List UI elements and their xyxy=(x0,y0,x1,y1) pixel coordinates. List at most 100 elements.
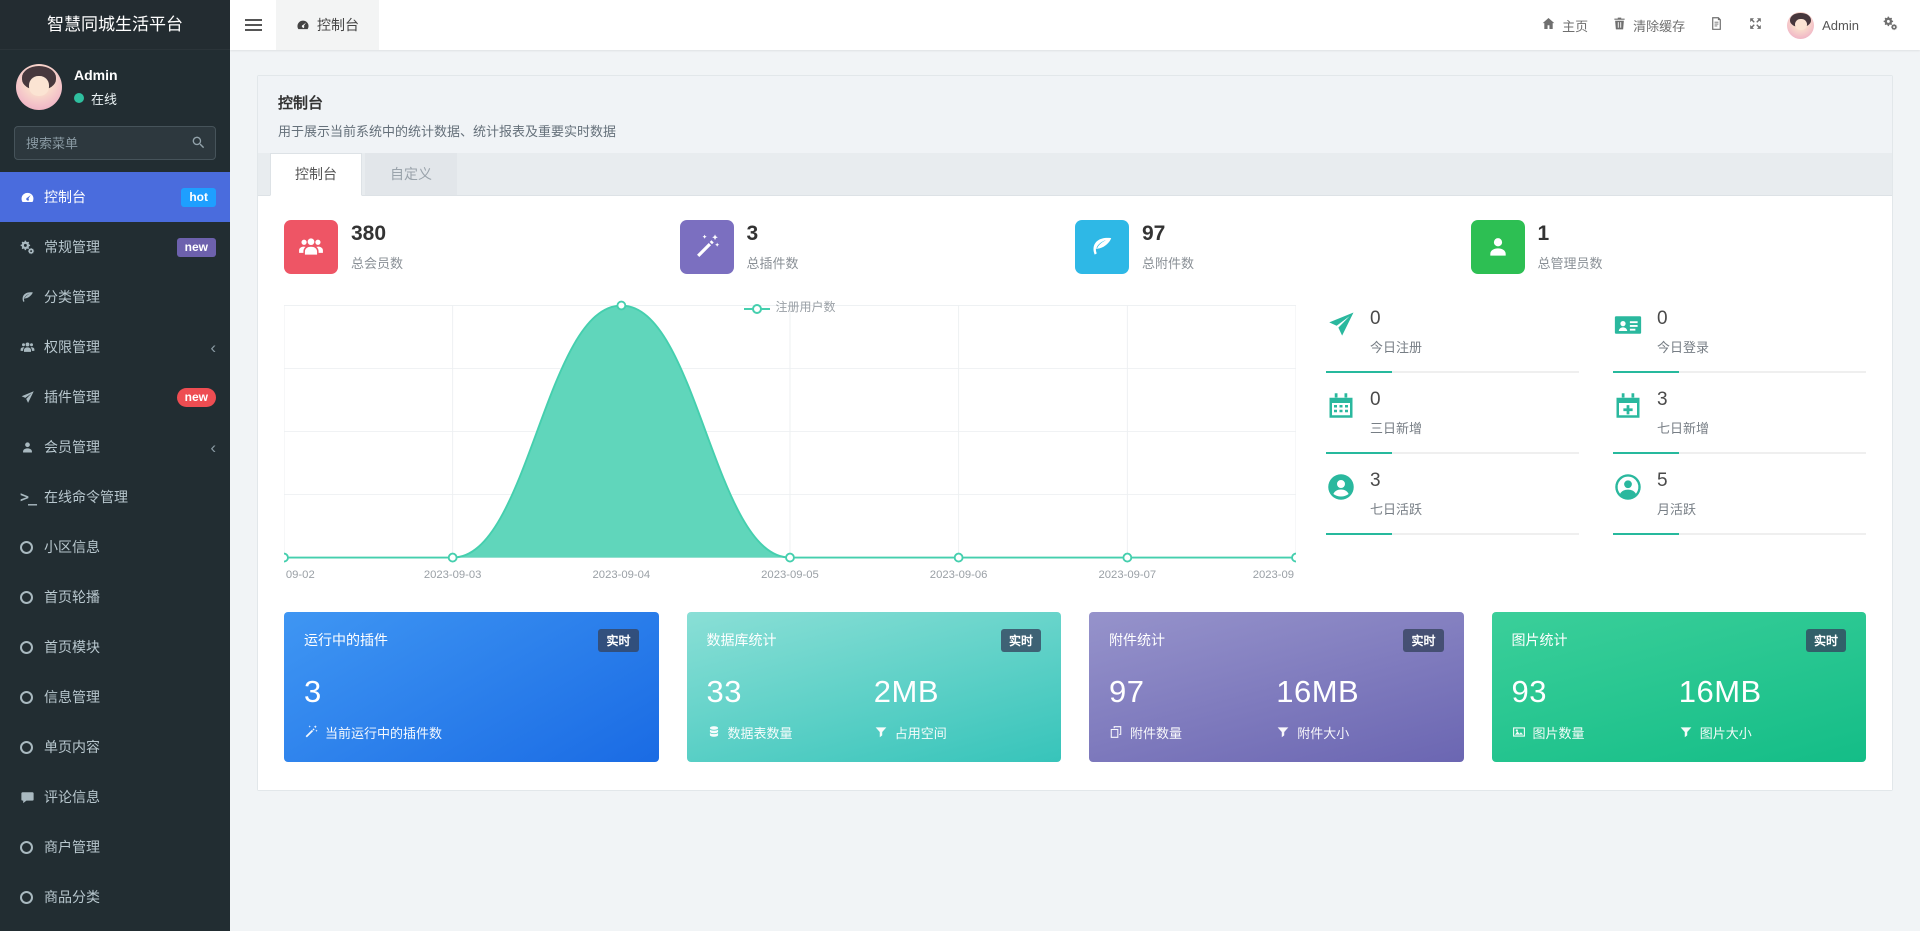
language-button[interactable] xyxy=(1709,16,1724,33)
page-title: 控制台 xyxy=(278,92,1872,113)
sidebar-item-command[interactable]: >_ 在线命令管理 xyxy=(0,472,230,522)
sidebar-item-comments[interactable]: 评论信息 xyxy=(0,772,230,822)
hot-badge: hot xyxy=(181,188,216,207)
card-running-addons: 运行中的插件 实时 3 当前运行中的插件数 xyxy=(284,612,659,762)
sidebar-item-members[interactable]: 会员管理 ‹ xyxy=(0,422,230,472)
sidebar-item-category[interactable]: 分类管理 xyxy=(0,272,230,322)
user-icon xyxy=(1471,220,1525,274)
user-name: Admin xyxy=(74,67,118,83)
registered-users-chart[interactable]: 注册用户数 09-022023-09-032023-09-042023-09-0… xyxy=(284,298,1296,590)
circle-o-icon xyxy=(20,841,44,854)
mini-stat-3day-new: 0三日新增 xyxy=(1326,383,1579,454)
sidebar-item-addon[interactable]: 插件管理 new xyxy=(0,372,230,422)
home-link[interactable]: 主页 xyxy=(1541,16,1588,35)
gears-icon xyxy=(1883,16,1898,33)
dashboard-panel: 控制台 用于展示当前系统中的统计数据、统计报表及重要实时数据 控制台 自定义 3… xyxy=(257,75,1893,791)
mini-stat-today-login: 0今日登录 xyxy=(1613,302,1866,373)
tab-custom[interactable]: 自定义 xyxy=(365,153,457,195)
filter-icon xyxy=(874,724,888,740)
progress-bar xyxy=(1613,452,1866,454)
tachometer-icon xyxy=(296,17,310,33)
search-input[interactable] xyxy=(14,126,216,160)
card-database-stats: 数据库统计 实时 33 数据表数量 2MB 占用空间 xyxy=(687,612,1062,762)
card-attachment-stats: 附件统计 实时 97 附件数量 16MB 附件大小 xyxy=(1089,612,1464,762)
sidebar-item-community[interactable]: 小区信息 xyxy=(0,522,230,572)
terminal-icon: >_ xyxy=(20,488,44,506)
tab-console[interactable]: 控制台 xyxy=(270,153,362,196)
stat-total-attachments: 97总附件数 xyxy=(1075,220,1471,274)
svg-text:2023-09-06: 2023-09-06 xyxy=(930,569,988,581)
panel-header: 控制台 用于展示当前系统中的统计数据、统计报表及重要实时数据 xyxy=(258,76,1892,153)
sidebar: 智慧同城生活平台 Admin 在线 控制台 hot 常规管理 new 分类管理 xyxy=(0,0,230,931)
sidebar-item-info[interactable]: 信息管理 xyxy=(0,672,230,722)
trash-icon xyxy=(1612,16,1627,33)
realtime-badge: 实时 xyxy=(598,629,638,652)
sidebar-item-goods-category[interactable]: 商品分类 xyxy=(0,872,230,922)
main-content: 控制台 用于展示当前系统中的统计数据、统计报表及重要实时数据 控制台 自定义 3… xyxy=(230,0,1920,791)
sidebar-item-dashboard[interactable]: 控制台 hot xyxy=(0,172,230,222)
circle-o-icon xyxy=(20,541,44,554)
circle-o-icon xyxy=(20,641,44,654)
realtime-badge: 实时 xyxy=(1403,629,1443,652)
stats-row: 380总会员数 3总插件数 97总附件数 1总管理员数 xyxy=(284,220,1866,274)
chevron-left-icon: ‹ xyxy=(210,339,216,356)
panel-tabs: 控制台 自定义 xyxy=(258,153,1892,196)
realtime-badge: 实时 xyxy=(1806,629,1846,652)
stat-total-admins: 1总管理员数 xyxy=(1471,220,1867,274)
sidebar-user-panel: Admin 在线 xyxy=(0,50,230,122)
progress-bar xyxy=(1613,371,1866,373)
clear-cache-button[interactable]: 清除缓存 xyxy=(1612,16,1685,35)
leaf-icon xyxy=(20,290,44,305)
svg-text:2023-09-04: 2023-09-04 xyxy=(593,569,651,581)
tachometer-icon xyxy=(20,190,44,205)
circle-o-icon xyxy=(20,741,44,754)
user-circle-icon xyxy=(1326,470,1370,502)
menu-search xyxy=(14,126,216,160)
progress-bar xyxy=(1326,533,1579,535)
database-icon xyxy=(707,724,721,740)
users-icon xyxy=(20,340,44,355)
tab-dashboard[interactable]: 控制台 xyxy=(276,0,379,50)
svg-text:2023-09: 2023-09 xyxy=(1253,569,1294,581)
sidebar-toggle-button[interactable] xyxy=(230,0,276,50)
calendar-icon xyxy=(1326,389,1370,421)
svg-text:09-02: 09-02 xyxy=(286,569,315,581)
mini-stat-month-active: 5月活跃 xyxy=(1613,464,1866,535)
admin-menu[interactable]: Admin xyxy=(1787,12,1859,39)
circle-o-icon xyxy=(20,691,44,704)
card-image-stats: 图片统计 实时 93 图片数量 16MB 图片大小 xyxy=(1492,612,1867,762)
users-icon xyxy=(284,220,338,274)
sidebar-item-auth[interactable]: 权限管理 ‹ xyxy=(0,322,230,372)
magic-wand-icon xyxy=(304,724,318,740)
fullscreen-button[interactable] xyxy=(1748,16,1763,33)
sidebar-item-merchant[interactable]: 商户管理 xyxy=(0,822,230,872)
copy-icon xyxy=(1109,724,1123,740)
svg-text:2023-09-03: 2023-09-03 xyxy=(424,569,482,581)
mini-stat-7day-active: 3七日活跃 xyxy=(1326,464,1579,535)
avatar[interactable] xyxy=(16,64,62,110)
new-badge: new xyxy=(177,388,216,407)
page-subtitle: 用于展示当前系统中的统计数据、统计报表及重要实时数据 xyxy=(278,121,1872,140)
language-icon xyxy=(1709,16,1724,33)
user-icon xyxy=(20,440,44,455)
home-icon xyxy=(1541,16,1556,33)
sidebar-item-singlepage[interactable]: 单页内容 xyxy=(0,722,230,772)
svg-text:2023-09-05: 2023-09-05 xyxy=(761,569,819,581)
sidebar-item-homemodule[interactable]: 首页模块 xyxy=(0,622,230,672)
circle-o-icon xyxy=(20,591,44,604)
chevron-left-icon: ‹ xyxy=(210,439,216,456)
new-badge: new xyxy=(177,238,216,257)
area-chart[interactable]: 09-02 2023-09-03 2023-09-04 2023-09-05 2023-… xyxy=(284,298,1296,590)
svg-text:2023-09-07: 2023-09-07 xyxy=(1099,569,1157,581)
settings-button[interactable] xyxy=(1883,16,1898,33)
sidebar-item-general[interactable]: 常规管理 new xyxy=(0,222,230,272)
panel-body: 380总会员数 3总插件数 97总附件数 1总管理员数 xyxy=(258,196,1892,790)
app-logo[interactable]: 智慧同城生活平台 xyxy=(0,0,230,50)
progress-bar xyxy=(1613,533,1866,535)
progress-bar xyxy=(1326,371,1579,373)
progress-bar xyxy=(1326,452,1579,454)
circle-o-icon xyxy=(20,891,44,904)
admin-username: Admin xyxy=(1822,18,1859,33)
id-card-icon xyxy=(1613,308,1657,340)
sidebar-item-banner[interactable]: 首页轮播 xyxy=(0,572,230,622)
